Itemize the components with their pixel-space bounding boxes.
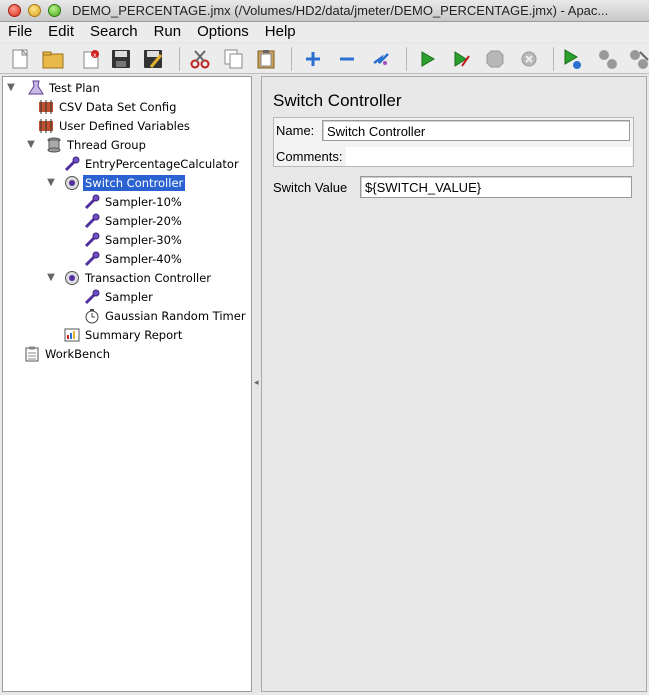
split-pane-divider[interactable]: ◂ bbox=[253, 76, 261, 692]
expand-all-icon[interactable] bbox=[300, 46, 326, 72]
tree-node-label: Sampler-30% bbox=[105, 232, 182, 247]
tree-node-label: Sampler-40% bbox=[105, 251, 182, 266]
window-zoom-button[interactable] bbox=[48, 4, 61, 17]
tree-node-sampler-20[interactable]: Sampler-20% bbox=[65, 211, 184, 230]
tree-node-gaussian-random-timer[interactable]: Gaussian Random Timer bbox=[65, 306, 248, 325]
menu-options[interactable]: Options bbox=[189, 22, 257, 42]
close-file-icon[interactable]: x bbox=[78, 46, 104, 72]
paste-icon[interactable] bbox=[253, 46, 279, 72]
sampler-icon bbox=[83, 288, 101, 305]
listener-icon bbox=[63, 326, 81, 343]
remote-shutdown-icon[interactable] bbox=[626, 46, 649, 72]
test-plan-icon bbox=[27, 79, 45, 96]
toolbar: x bbox=[0, 44, 649, 74]
menu-edit[interactable]: Edit bbox=[40, 22, 82, 42]
tree-node-label: Gaussian Random Timer bbox=[105, 308, 246, 323]
new-icon[interactable] bbox=[7, 46, 33, 72]
tree-node-label: Sampler-20% bbox=[105, 213, 182, 228]
sampler-icon bbox=[83, 250, 101, 267]
cut-icon[interactable] bbox=[187, 46, 213, 72]
tree-node-entry-percentage-calculator[interactable]: EntryPercentageCalculator bbox=[45, 154, 241, 173]
tree-node-label: Thread Group bbox=[67, 137, 146, 152]
thread-group-icon bbox=[45, 136, 63, 153]
open-icon[interactable] bbox=[40, 46, 66, 72]
collapse-all-icon[interactable] bbox=[334, 46, 360, 72]
stop-icon[interactable] bbox=[482, 46, 508, 72]
workbench-icon bbox=[23, 345, 41, 362]
menu-help[interactable]: Help bbox=[257, 22, 304, 42]
tree-node-label: Sampler bbox=[105, 289, 153, 304]
tree-node-sampler-30[interactable]: Sampler-30% bbox=[65, 230, 184, 249]
switch-value-label: Switch Value bbox=[273, 180, 348, 195]
comments-label: Comments: bbox=[276, 149, 343, 164]
copy-icon[interactable] bbox=[221, 46, 247, 72]
start-icon[interactable] bbox=[414, 46, 440, 72]
tree-node-label: Summary Report bbox=[85, 327, 183, 342]
tree-node-label: CSV Data Set Config bbox=[59, 99, 177, 114]
tree-node-transaction-controller[interactable]: ▼ Transaction Controller bbox=[45, 268, 213, 287]
menu-run[interactable]: Run bbox=[146, 22, 190, 42]
tree-node-sampler[interactable]: Sampler bbox=[65, 287, 155, 306]
config-icon bbox=[37, 98, 55, 115]
menu-search[interactable]: Search bbox=[82, 22, 146, 42]
remote-stop-icon[interactable] bbox=[595, 46, 621, 72]
tree-node-workbench[interactable]: WorkBench bbox=[5, 344, 112, 363]
window-minimize-button[interactable] bbox=[28, 4, 41, 17]
menu-file[interactable]: File bbox=[0, 22, 40, 42]
toggle-icon[interactable] bbox=[368, 46, 394, 72]
sampler-icon bbox=[83, 193, 101, 210]
tree-node-switch-controller[interactable]: ▼ Switch Controller bbox=[45, 173, 186, 192]
tree-node-label: Transaction Controller bbox=[85, 270, 212, 285]
window-close-button[interactable] bbox=[8, 4, 21, 17]
controller-icon bbox=[63, 174, 81, 191]
tree-node-label: User Defined Variables bbox=[59, 118, 190, 133]
switch-value-field[interactable]: ${SWITCH_VALUE} bbox=[360, 176, 632, 198]
tree-node-label: WorkBench bbox=[45, 346, 110, 361]
sampler-icon bbox=[63, 155, 81, 172]
switch-controller-editor: Switch Controller Name: Switch Controlle… bbox=[261, 76, 647, 692]
shutdown-icon[interactable] bbox=[516, 46, 542, 72]
tree-node-test-plan[interactable]: ▼ Test Plan bbox=[5, 78, 102, 97]
timer-icon bbox=[83, 307, 101, 324]
tree-node-label: Switch Controller bbox=[83, 174, 186, 191]
tree-node-csv-data-set-config[interactable]: CSV Data Set Config bbox=[25, 97, 178, 116]
tree-node-label: EntryPercentageCalculator bbox=[85, 156, 239, 171]
remote-start-icon[interactable] bbox=[560, 46, 586, 72]
tree-node-sampler-10[interactable]: Sampler-10% bbox=[65, 192, 184, 211]
save-icon[interactable] bbox=[108, 46, 134, 72]
save-as-icon[interactable] bbox=[140, 46, 166, 72]
tree-expand-toggle[interactable]: ▼ bbox=[45, 177, 57, 188]
sampler-icon bbox=[83, 212, 101, 229]
menu-bar: File Edit Search Run Options Help bbox=[0, 22, 649, 42]
test-plan-tree[interactable]: ▼ Test Plan CSV Data Set Config User Def… bbox=[2, 76, 252, 692]
controller-icon bbox=[63, 269, 81, 286]
tree-node-summary-report[interactable]: Summary Report bbox=[45, 325, 184, 344]
tree-node-thread-group[interactable]: ▼ Thread Group bbox=[25, 135, 148, 154]
window-title: DEMO_PERCENTAGE.jmx (/Volumes/HD2/data/j… bbox=[72, 3, 609, 18]
tree-node-user-defined-variables[interactable]: User Defined Variables bbox=[25, 116, 192, 135]
comments-field[interactable] bbox=[346, 147, 632, 166]
name-label: Name: bbox=[276, 123, 315, 138]
page-title: Switch Controller bbox=[273, 91, 402, 110]
tree-node-label: Sampler-10% bbox=[105, 194, 182, 209]
start-no-pauses-icon[interactable] bbox=[448, 46, 474, 72]
name-field[interactable]: Switch Controller bbox=[322, 120, 630, 141]
sampler-icon bbox=[83, 231, 101, 248]
tree-expand-toggle[interactable]: ▼ bbox=[5, 82, 17, 93]
tree-expand-toggle[interactable]: ▼ bbox=[45, 272, 57, 283]
name-comments-group: Name: Switch Controller Comments: bbox=[273, 117, 634, 167]
svg-text:x: x bbox=[93, 52, 97, 59]
tree-node-label: Test Plan bbox=[49, 80, 100, 95]
tree-expand-toggle[interactable]: ▼ bbox=[25, 139, 37, 150]
config-icon bbox=[37, 117, 55, 134]
title-bar: DEMO_PERCENTAGE.jmx (/Volumes/HD2/data/j… bbox=[0, 0, 649, 22]
tree-node-sampler-40[interactable]: Sampler-40% bbox=[65, 249, 184, 268]
divider-grip-icon[interactable]: ◂ bbox=[254, 378, 259, 388]
